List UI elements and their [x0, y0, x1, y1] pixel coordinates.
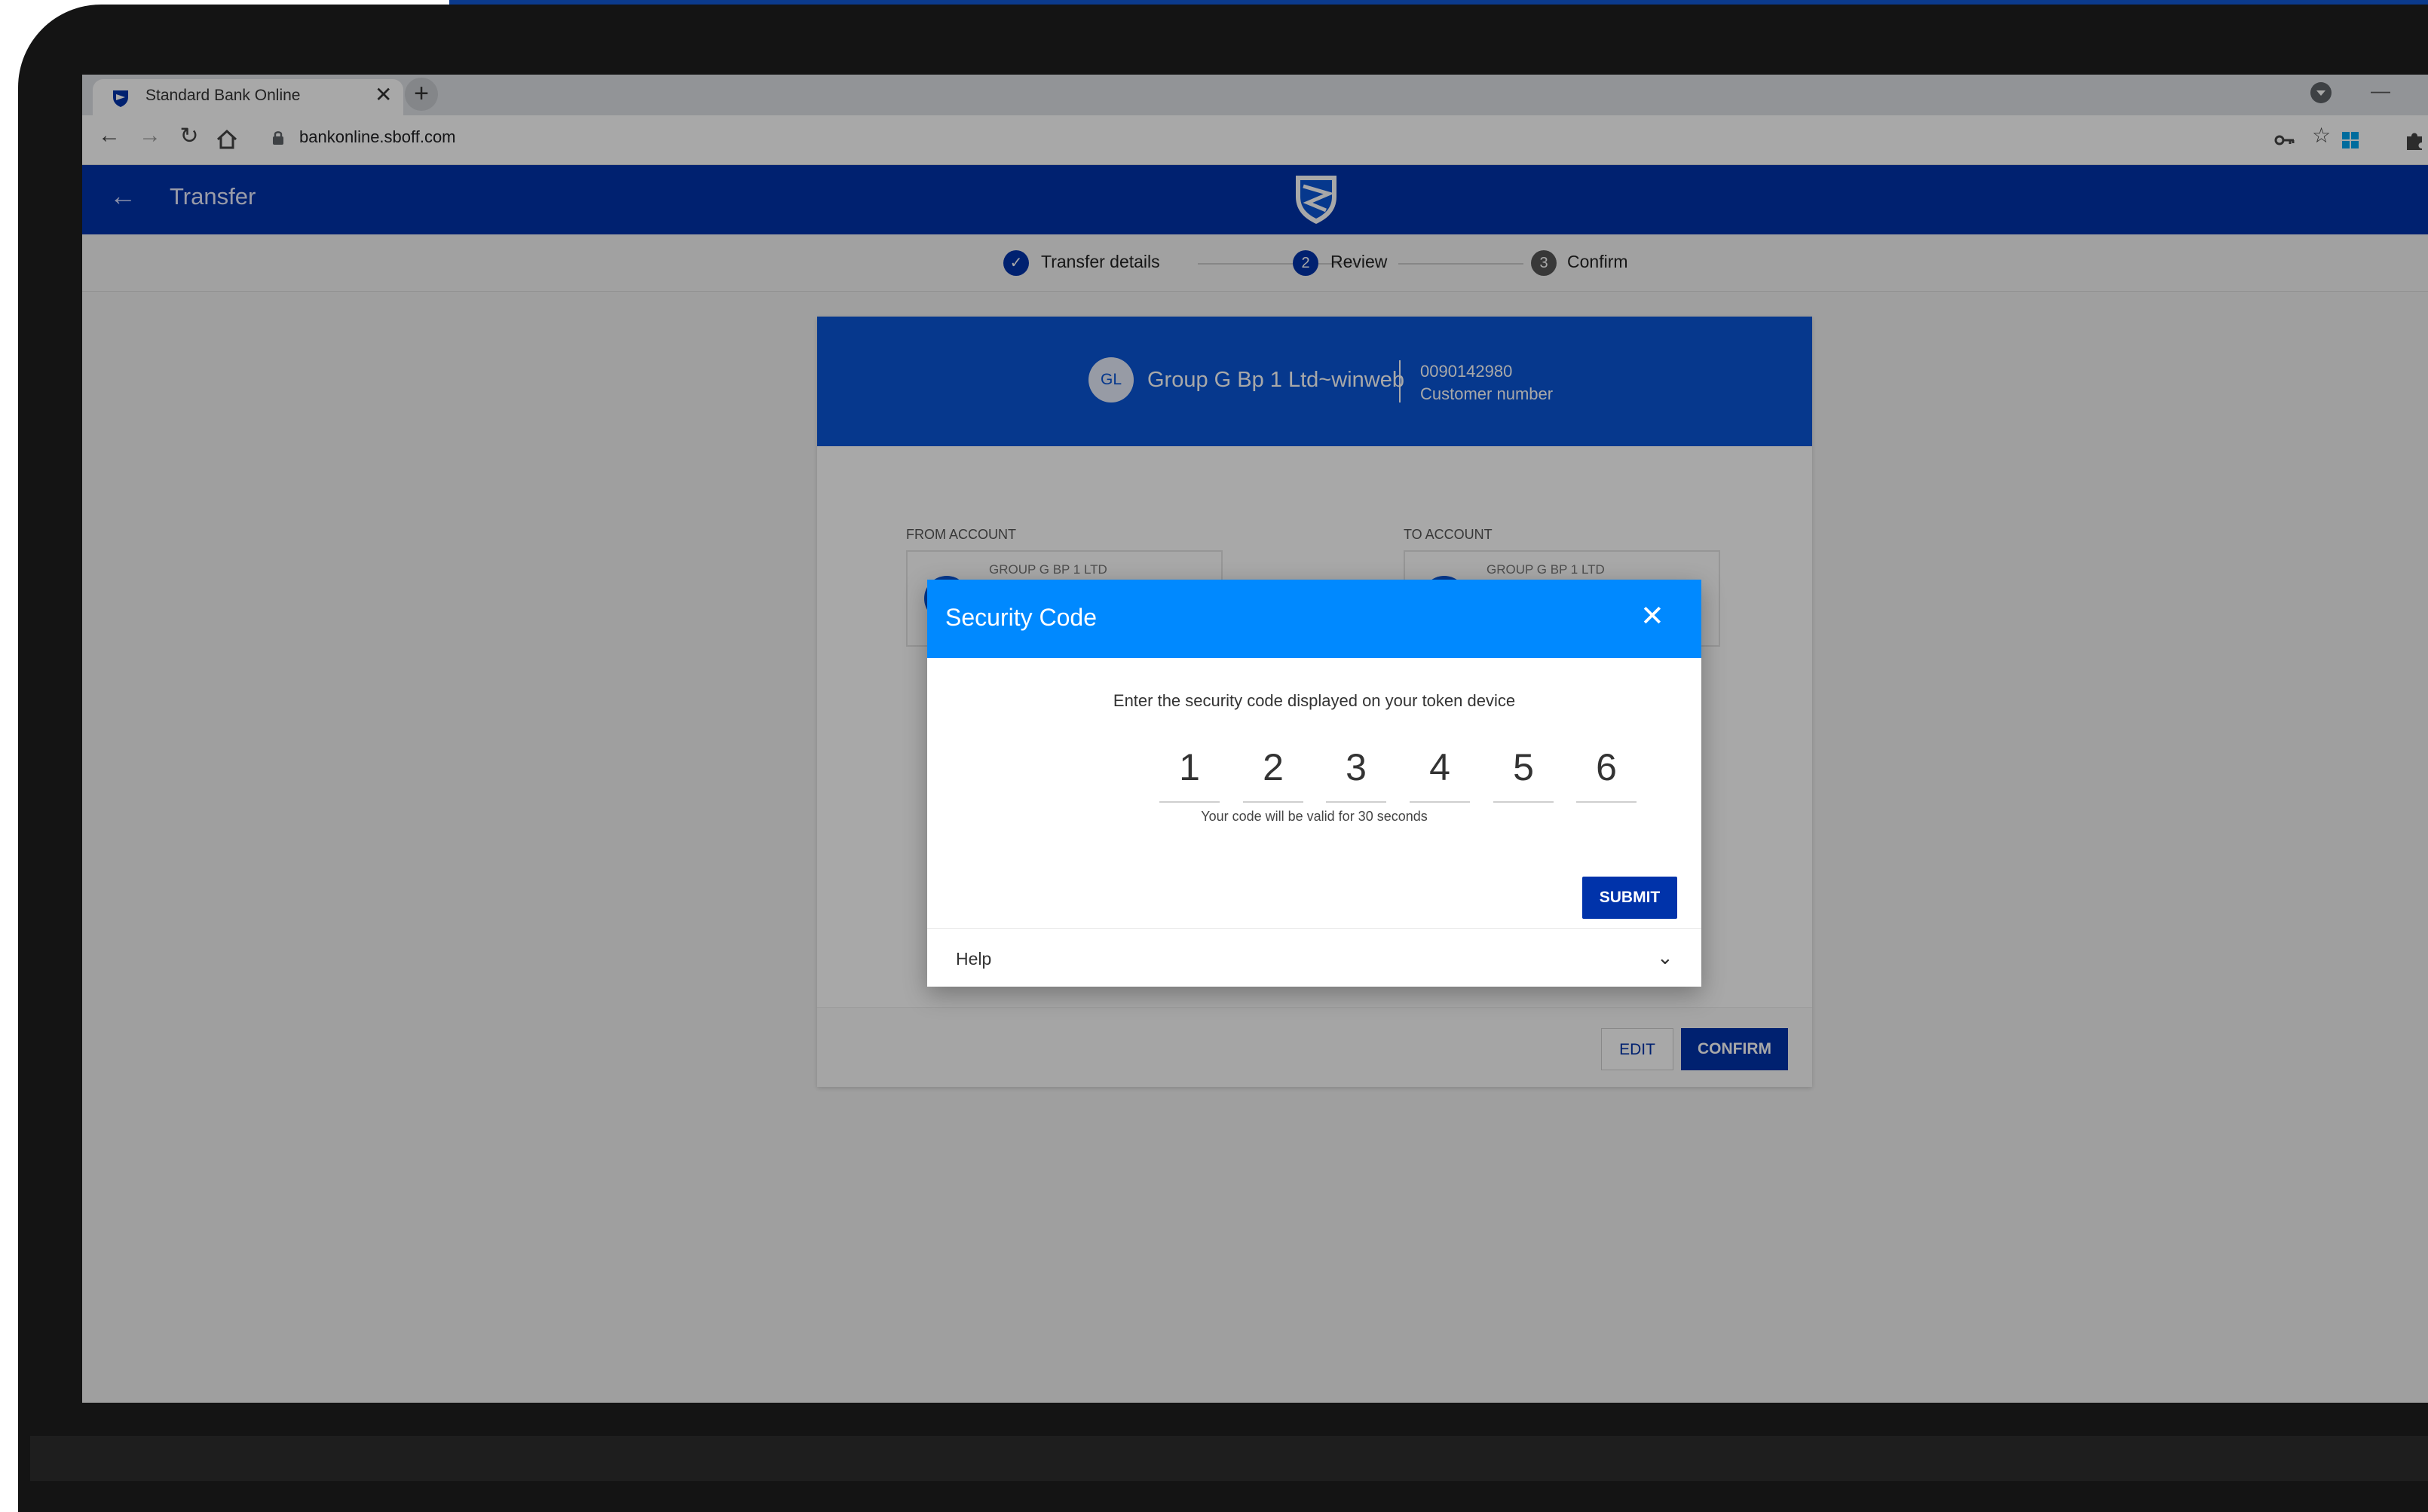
code-digit-input[interactable]: 4 — [1410, 742, 1470, 803]
chevron-down-icon[interactable]: ⌄ — [1657, 946, 1673, 969]
help-toggle[interactable]: Help — [956, 949, 991, 969]
dialog-title: Security Code — [945, 604, 1097, 631]
close-icon[interactable]: ✕ — [1640, 599, 1664, 633]
validity-text: Your code will be valid for 30 seconds — [1201, 809, 1428, 824]
submit-button[interactable]: SUBMIT — [1582, 877, 1677, 919]
security-code-dialog: Security Code ✕ Enter the security code … — [927, 580, 1701, 987]
code-digit-input[interactable]: 1 — [1159, 742, 1220, 803]
code-digit-input[interactable]: 6 — [1576, 742, 1637, 803]
dialog-header: Security Code ✕ — [927, 580, 1701, 658]
laptop-bezel-bottom — [30, 1436, 2428, 1481]
code-digit-input[interactable]: 2 — [1243, 742, 1303, 803]
code-digit-input[interactable]: 3 — [1326, 742, 1386, 803]
divider — [927, 928, 1701, 929]
instruction-text: Enter the security code displayed on you… — [1113, 691, 1516, 710]
code-digit-input[interactable]: 5 — [1493, 742, 1554, 803]
screen: Standard Bank Online ✕ + — ← → ↻ bankonl… — [82, 75, 2428, 1403]
